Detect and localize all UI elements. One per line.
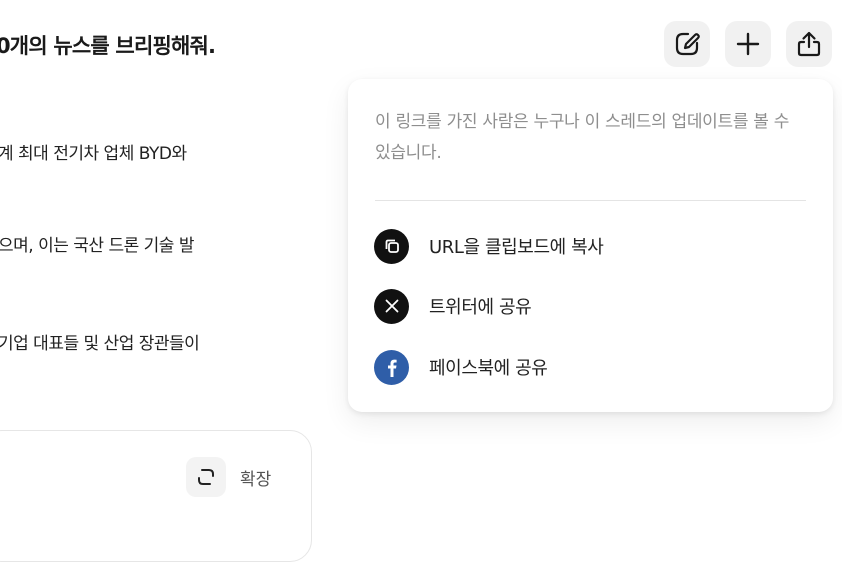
edit-icon	[675, 32, 700, 56]
edit-button[interactable]	[664, 21, 710, 67]
new-thread-button[interactable]	[725, 21, 771, 67]
facebook-icon	[374, 349, 409, 385]
share-description: 이 링크를 가진 사람은 누구나 이 스레드의 업데이트를 볼 수 있습니다.	[375, 112, 790, 163]
share-icon	[797, 31, 821, 57]
share-button[interactable]	[786, 21, 832, 67]
top-toolbar	[664, 21, 832, 67]
share-facebook-menu-item[interactable]: 페이스북에 공유	[374, 349, 548, 385]
copy-url-label: URL을 클립보드에 복사	[429, 237, 604, 258]
expand-button[interactable]: 확장	[186, 457, 271, 497]
share-twitter-menu-item[interactable]: 트위터에 공유	[374, 288, 532, 324]
menu-divider	[375, 200, 806, 201]
x-twitter-icon	[374, 288, 409, 324]
expand-label: 확장	[240, 469, 272, 490]
plus-icon	[736, 32, 760, 56]
expand-icon	[186, 457, 226, 497]
answer-paragraph: 계 최대 전기차 업체 BYD와	[0, 144, 187, 164]
share-menu: 이 링크를 가진 사람은 누구나 이 스레드의 업데이트를 볼 수 있습니다. …	[348, 79, 833, 412]
share-twitter-label: 트위터에 공유	[429, 297, 532, 318]
copy-icon	[374, 228, 409, 264]
thread-title: 0개의 뉴스를 브리핑해줘.	[0, 34, 216, 58]
answer-paragraph: 으며, 이는 국산 드론 기술 발	[0, 236, 194, 256]
copy-url-menu-item[interactable]: URL을 클립보드에 복사	[374, 228, 604, 264]
share-facebook-label: 페이스북에 공유	[429, 358, 548, 379]
thread-content: 0개의 뉴스를 브리핑해줘. 계 최대 전기차 업체 BYD와 으며, 이는 국…	[0, 0, 340, 562]
answer-paragraph: 기업 대표들 및 산업 장관들이	[0, 334, 200, 354]
